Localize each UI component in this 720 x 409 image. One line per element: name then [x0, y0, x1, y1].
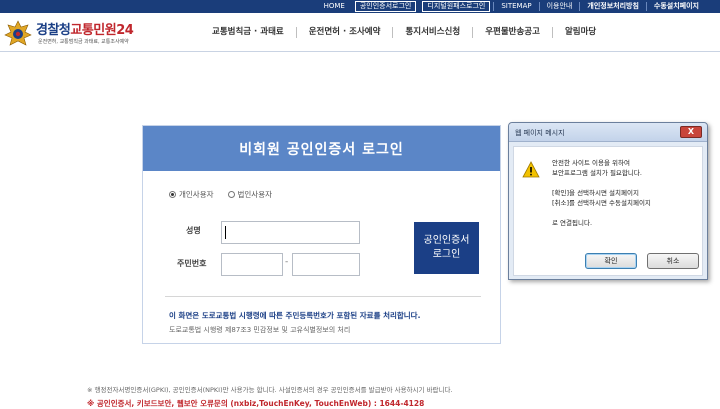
- ok-button[interactable]: 확인: [585, 253, 637, 269]
- cancel-button[interactable]: 취소: [647, 253, 699, 269]
- dialog-message-line: 보안프로그램 설치가 필요합니다.: [552, 169, 642, 177]
- logo-text-police: 경찰청: [36, 23, 71, 38]
- cert-login-button-line2: 로그인: [432, 249, 461, 260]
- login-header: 비회원 공인인증서 로그인: [143, 126, 500, 171]
- nav-fines[interactable]: 교통범칙금 · 과태료: [200, 27, 296, 38]
- dialog-message-line: [확인]을 선택하시면 설치페이지: [552, 189, 639, 197]
- police-emblem-icon[interactable]: [4, 20, 32, 47]
- top-link-home[interactable]: HOME: [317, 2, 352, 11]
- site-header: 경찰청교통민원24 운전면허, 교통범칙금 과태료, 교통조사예약 교통범칙금 …: [0, 13, 720, 52]
- privacy-notice: 이 화면은 도로교통법 시행령에 따른 주민등록번호가 포함된 자료를 처리합니…: [169, 311, 421, 320]
- ssn-separator: -: [285, 257, 289, 267]
- radio-corporate[interactable]: [227, 191, 235, 198]
- cert-support-note: ※ 행정전자서명인증서(GPKI), 공인인증서(NPKI)만 사용가능 합니다…: [87, 386, 453, 394]
- main-nav: 교통범칙금 · 과태료 운전면허 · 조사예약 통지서비스신청 우편물반송공고 …: [200, 27, 608, 38]
- radio-corporate-label[interactable]: 법인사용자: [238, 189, 273, 200]
- top-link-guide[interactable]: 이용안내: [538, 2, 580, 11]
- top-link-manual-install[interactable]: 수동설치페이지: [645, 2, 706, 11]
- logo-subtitle: 운전면허, 교통범칙금 과태료, 교통조사예약: [38, 39, 129, 45]
- text-cursor: [225, 226, 226, 239]
- warning-icon: [522, 161, 540, 178]
- top-link-sitemap[interactable]: SITEMAP: [493, 2, 538, 11]
- guest-cert-login-panel: 비회원 공인인증서 로그인 개인사용자 법인사용자 성명 주민번호 - 공인인증…: [142, 125, 501, 344]
- name-input[interactable]: [221, 221, 360, 244]
- top-link-privacy[interactable]: 개인정보처리방침: [579, 2, 646, 11]
- dialog-titlebar[interactable]: 웹 페이지 메시지 X: [509, 123, 707, 142]
- ssn-back-input[interactable]: [292, 253, 360, 276]
- user-type-group: 개인사용자 법인사용자: [169, 189, 286, 200]
- top-links: HOME 공인인증서로그인 디지털원패스로그인 SITEMAP 이용안내 개인정…: [317, 0, 706, 13]
- ssn-label: 주민번호: [177, 259, 207, 268]
- logo-text-service: 교통민원24: [70, 23, 134, 38]
- dialog-message: 안전한 사이트 이용을 위하여 보안프로그램 설치가 필요합니다. [확인]을 …: [552, 158, 651, 228]
- dialog-message-line: [552, 178, 651, 188]
- site-logo-title[interactable]: 경찰청교통민원24: [36, 19, 134, 38]
- close-icon[interactable]: X: [680, 126, 702, 138]
- nav-returned-mail[interactable]: 우편물반송공고: [472, 27, 552, 38]
- dialog-message-line: 로 연결됩니다.: [552, 219, 593, 227]
- nav-notification[interactable]: 통지서비스신청: [392, 27, 472, 38]
- legal-basis-notice: 도로교통법 시행령 제87조3 민감정보 및 고유식별정보의 처리: [169, 326, 351, 334]
- divider: [165, 296, 481, 297]
- top-link-cert-login[interactable]: 공인인증서로그인: [354, 1, 417, 12]
- nav-license[interactable]: 운전면허 · 조사예약: [295, 27, 393, 38]
- cert-login-button[interactable]: 공인인증서 로그인: [414, 222, 479, 274]
- name-label: 성명: [186, 226, 201, 235]
- support-contact-note: ※ 공인인증서, 키보드보안, 웹보안 오류문의 (nxbiz,TouchEnK…: [87, 399, 425, 408]
- login-title: 비회원 공인인증서 로그인: [239, 141, 404, 158]
- radio-personal-label[interactable]: 개인사용자: [179, 189, 214, 200]
- top-bar: HOME 공인인증서로그인 디지털원패스로그인 SITEMAP 이용안내 개인정…: [0, 0, 720, 13]
- web-page-message-dialog: 웹 페이지 메시지 X 안전한 사이트 이용을 위하여 보안프로그램 설치가 필…: [508, 122, 708, 280]
- dialog-message-line: 안전한 사이트 이용을 위하여: [552, 159, 630, 167]
- cert-login-button-line1: 공인인증서: [423, 235, 470, 246]
- nav-notice[interactable]: 알림마당: [551, 27, 608, 38]
- dialog-message-line: [취소]를 선택하시면 수동설치페이지: [552, 199, 651, 207]
- dialog-message-line: [552, 208, 651, 218]
- ssn-front-input[interactable]: [221, 253, 283, 276]
- radio-personal[interactable]: [169, 191, 176, 198]
- top-link-onepass-login[interactable]: 디지털원패스로그인: [422, 1, 491, 12]
- dialog-title: 웹 페이지 메시지: [515, 129, 565, 137]
